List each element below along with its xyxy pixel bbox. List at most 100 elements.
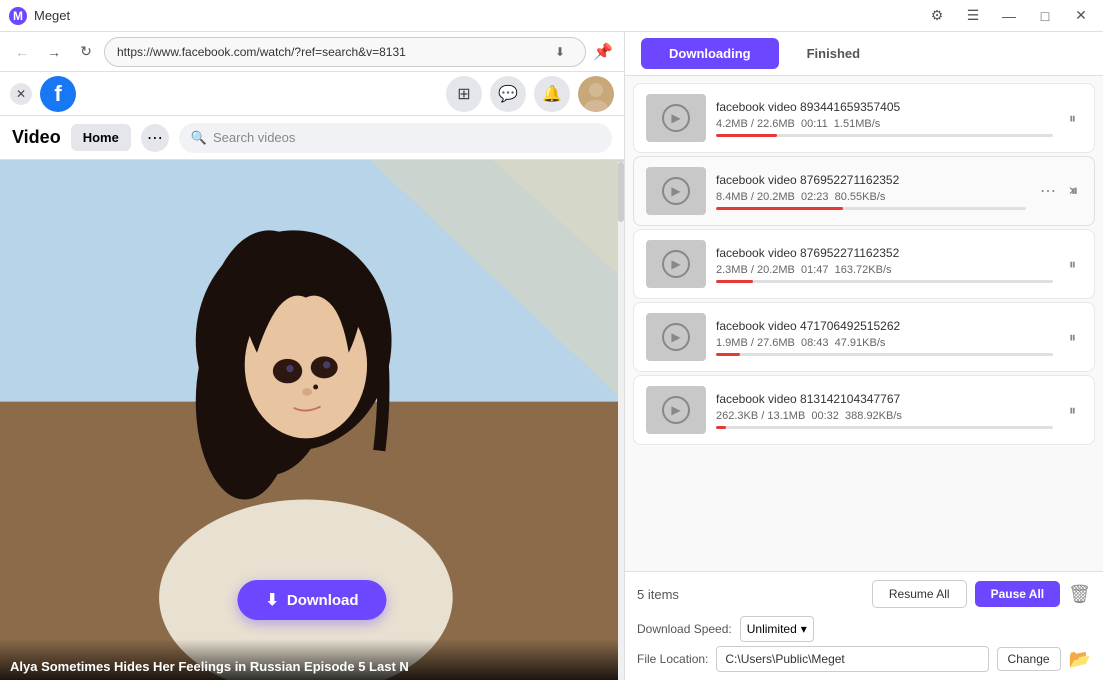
app-logo: M (8, 6, 28, 26)
item-stats: 1.9MB / 27.6MB 08:43 47.91KB/s (716, 337, 1053, 349)
download-item: ▶ facebook video 813142104347767 262.3KB… (633, 375, 1095, 445)
search-placeholder: Search videos (213, 130, 295, 145)
download-item: ▶ facebook video 893441659357405 4.2MB /… (633, 83, 1095, 153)
menu-button[interactable]: ☰ (959, 2, 987, 30)
progress-bar-bg (716, 134, 1053, 137)
items-count: 5 items (637, 587, 679, 602)
pause-button[interactable]: ⏸ (1063, 108, 1082, 129)
pause-button[interactable]: ⏸ (1063, 254, 1082, 275)
svg-text:M: M (13, 9, 23, 23)
video-content: ⬇ Download Alya Sometimes Hides Her Feel… (0, 160, 624, 680)
fb-page-title: Video (12, 127, 61, 148)
file-location-box: C:\Users\Public\Meget (716, 646, 988, 672)
bottom-actions: Resume All Pause All 🗑 (872, 580, 1091, 608)
progress-bar-fill (716, 207, 843, 210)
tab-finished[interactable]: Finished (779, 38, 888, 69)
change-button[interactable]: Change (997, 647, 1061, 671)
trash-button[interactable]: 🗑 (1068, 584, 1091, 605)
download-pane: Downloading Finished ▶ facebook video 89… (625, 32, 1103, 680)
item-menu-button[interactable]: ⋯ (1036, 179, 1060, 203)
download-item: ▶ facebook video 471706492515262 1.9MB /… (633, 302, 1095, 372)
close-button[interactable]: ✕ (1067, 2, 1095, 30)
item-title: facebook video 471706492515262 (716, 319, 1053, 333)
item-title: facebook video 893441659357405 (716, 100, 1053, 114)
progress-bar-bg (716, 280, 1053, 283)
download-label: Download (287, 592, 359, 609)
facebook-nav: ✕ f ⊞ 💬 🔔 (0, 72, 624, 116)
download-item: ▶ facebook video 876952271162352 8.4MB /… (633, 156, 1095, 226)
url-text: https://www.facebook.com/watch/?ref=sear… (117, 45, 541, 59)
item-title: facebook video 813142104347767 (716, 392, 1053, 406)
item-controls: ⏸ (1063, 254, 1082, 275)
browser-pane: ← → ↻ https://www.facebook.com/watch/?re… (0, 32, 625, 680)
item-controls: ⏸ (1063, 327, 1082, 348)
progress-bar-fill (716, 353, 740, 356)
scroll-track[interactable] (618, 162, 624, 680)
browser-toolbar: ← → ↻ https://www.facebook.com/watch/?re… (0, 32, 624, 72)
fb-close-button[interactable]: ✕ (10, 83, 32, 105)
fb-bell-icon[interactable]: 🔔 (534, 76, 570, 112)
scroll-thumb[interactable] (618, 162, 624, 222)
folder-icon[interactable]: 📂 (1069, 649, 1091, 670)
fb-avatar[interactable] (578, 76, 614, 112)
fb-messenger-icon[interactable]: 💬 (490, 76, 526, 112)
window-controls: ⚙ ☰ — □ ✕ (923, 2, 1095, 30)
item-info: facebook video 893441659357405 4.2MB / 2… (716, 100, 1053, 137)
speed-select[interactable]: Unlimited ▾ (740, 616, 814, 642)
forward-button[interactable]: → (40, 38, 68, 66)
progress-bar-fill (716, 280, 753, 283)
bottom-row1: 5 items Resume All Pause All 🗑 (637, 580, 1091, 608)
item-controls: ⏸ (1063, 400, 1082, 421)
app-title: Meget (34, 8, 923, 23)
item-stats: 4.2MB / 22.6MB 00:11 1.51MB/s (716, 118, 1053, 130)
fb-more-button[interactable]: ⋯ (141, 124, 169, 152)
download-list: ▶ facebook video 893441659357405 4.2MB /… (625, 76, 1103, 571)
pause-button[interactable]: ⏸ (1063, 327, 1082, 348)
settings-button[interactable]: ⚙ (923, 2, 951, 30)
download-button[interactable]: ⬇ Download (237, 580, 386, 620)
close-icon: ✕ (16, 87, 26, 101)
download-item: ▶ facebook video 876952271162352 2.3MB /… (633, 229, 1095, 299)
play-icon: ▶ (662, 323, 690, 351)
url-bar[interactable]: https://www.facebook.com/watch/?ref=sear… (104, 37, 586, 67)
video-title: Alya Sometimes Hides Her Feelings in Rus… (10, 659, 409, 674)
play-icon: ▶ (662, 104, 690, 132)
progress-bar-bg (716, 353, 1053, 356)
refresh-button[interactable]: ↻ (72, 38, 100, 66)
item-title: facebook video 876952271162352 (716, 246, 1053, 260)
pause-button[interactable]: ⏸ (1063, 400, 1082, 421)
bottom-bar: 5 items Resume All Pause All 🗑 Download … (625, 571, 1103, 680)
maximize-button[interactable]: □ (1031, 2, 1059, 30)
play-icon: ▶ (662, 396, 690, 424)
tab-downloading[interactable]: Downloading (641, 38, 779, 69)
file-path: C:\Users\Public\Meget (725, 652, 844, 666)
item-info: facebook video 876952271162352 2.3MB / 2… (716, 246, 1053, 283)
main-content: ← → ↻ https://www.facebook.com/watch/?re… (0, 32, 1103, 680)
back-button[interactable]: ← (8, 38, 36, 66)
fb-grid-icon[interactable]: ⊞ (446, 76, 482, 112)
bottom-row3: File Location: C:\Users\Public\Meget Cha… (637, 646, 1091, 672)
item-thumbnail: ▶ (646, 313, 706, 361)
progress-bar-bg (716, 426, 1053, 429)
fb-search-box[interactable]: 🔍 Search videos (179, 123, 612, 153)
fb-logo: f (40, 76, 76, 112)
fb-home-button[interactable]: Home (71, 124, 131, 151)
minimize-button[interactable]: — (995, 2, 1023, 30)
item-info: facebook video 876952271162352 8.4MB / 2… (716, 173, 1026, 210)
download-url-icon[interactable]: ⬇ (547, 39, 573, 65)
video-title-bar: Alya Sometimes Hides Her Feelings in Rus… (0, 639, 624, 680)
download-speed-label: Download Speed: (637, 622, 732, 636)
item-controls: ⏸ (1063, 108, 1082, 129)
pin-button[interactable]: 📌 (590, 39, 616, 65)
titlebar: M Meget ⚙ ☰ — □ ✕ (0, 0, 1103, 32)
progress-bar-fill (716, 134, 777, 137)
tab-bar: Downloading Finished (625, 32, 1103, 76)
item-stats: 262.3KB / 13.1MB 00:32 388.92KB/s (716, 410, 1053, 422)
download-icon: ⬇ (265, 590, 278, 610)
search-icon: 🔍 (191, 130, 207, 146)
pause-all-button[interactable]: Pause All (975, 581, 1061, 607)
resume-all-button[interactable]: Resume All (872, 580, 967, 608)
item-info: facebook video 813142104347767 262.3KB /… (716, 392, 1053, 429)
item-stats: 2.3MB / 20.2MB 01:47 163.72KB/s (716, 264, 1053, 276)
pause-button[interactable]: ⏸ (1065, 181, 1084, 202)
